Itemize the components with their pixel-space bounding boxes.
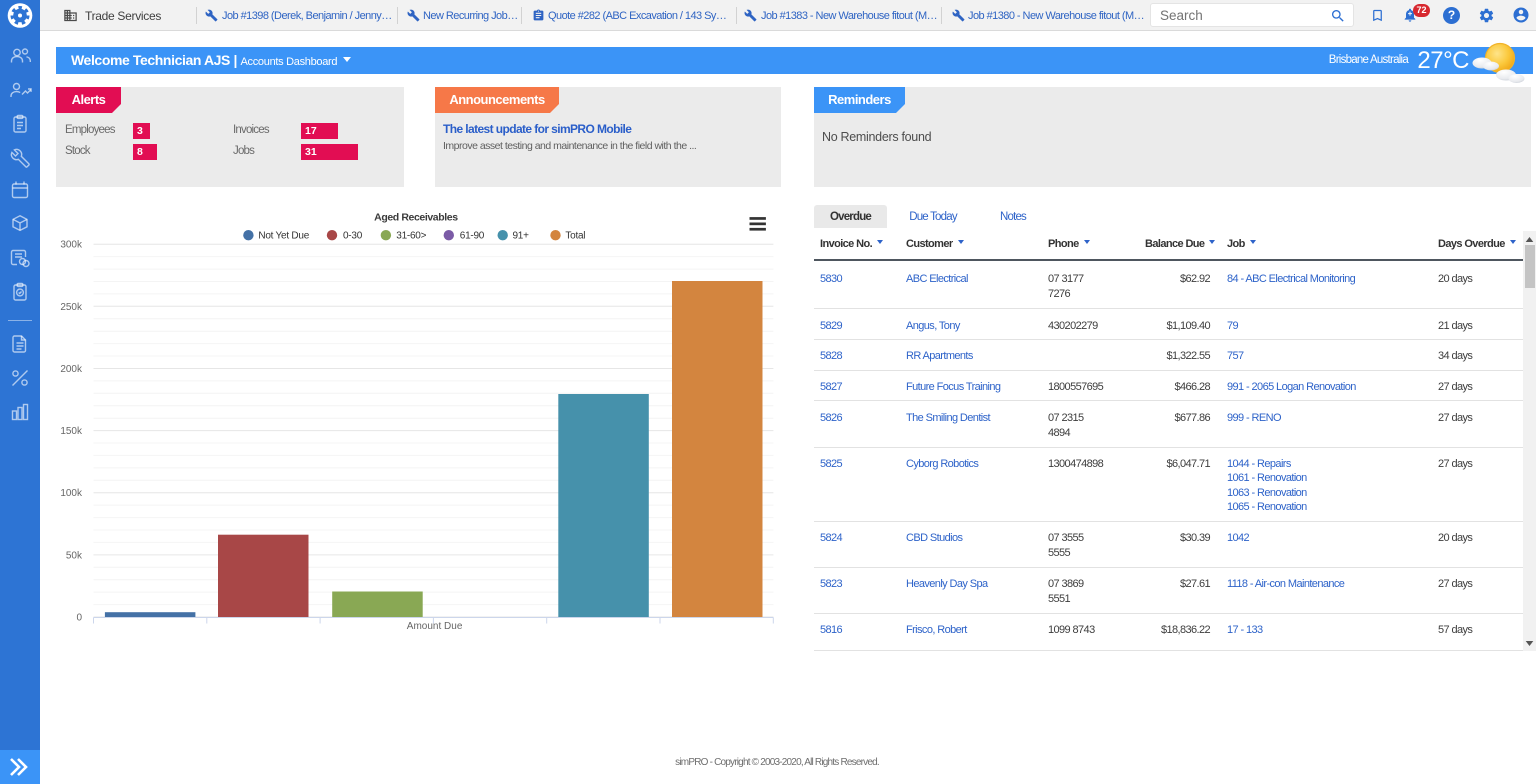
- svg-text:300k: 300k: [60, 240, 83, 251]
- svg-text:Amount Due: Amount Due: [407, 621, 463, 632]
- svg-text:61-90: 61-90: [460, 231, 485, 242]
- svg-text:91+: 91+: [513, 231, 530, 242]
- svg-text:50k: 50k: [66, 550, 83, 561]
- svg-text:Total: Total: [565, 231, 585, 242]
- svg-text:100k: 100k: [60, 488, 83, 499]
- svg-text:Not Yet Due: Not Yet Due: [258, 231, 309, 242]
- svg-text:150k: 150k: [60, 426, 83, 437]
- svg-text:0-30: 0-30: [343, 231, 363, 242]
- svg-text:31-60>: 31-60>: [396, 231, 426, 242]
- svg-text:200k: 200k: [60, 364, 83, 375]
- svg-text:Aged Receivables: Aged Receivables: [374, 212, 458, 224]
- svg-text:250k: 250k: [60, 302, 83, 313]
- svg-text:0: 0: [76, 613, 82, 624]
